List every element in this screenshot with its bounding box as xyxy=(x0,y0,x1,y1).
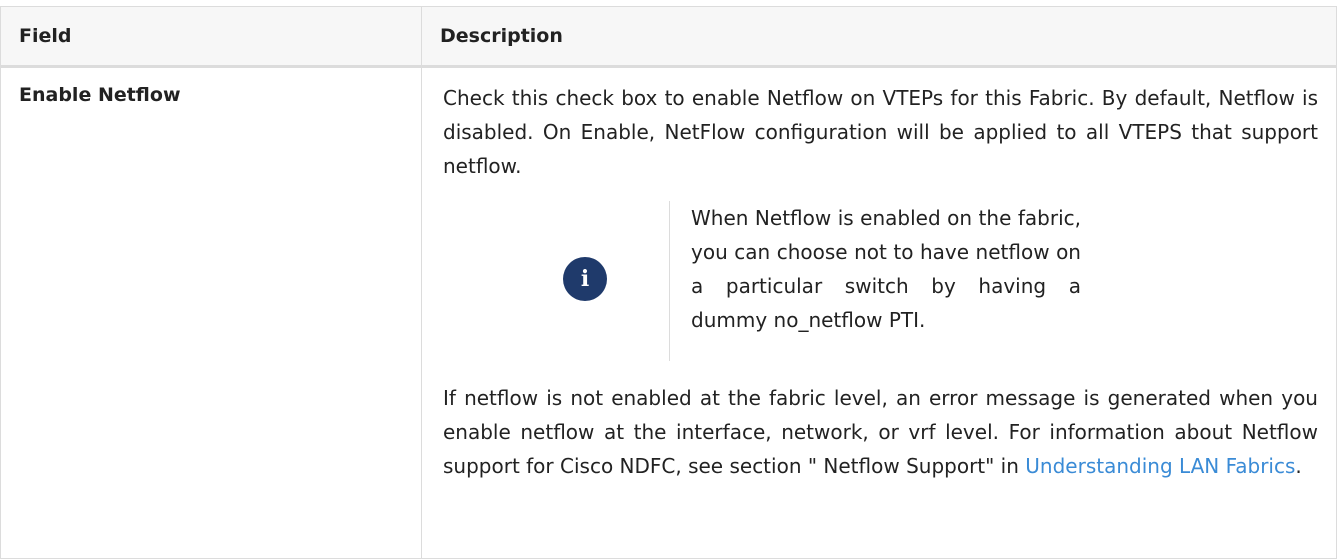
note-divider xyxy=(669,201,670,361)
note-text: When Netflow is enabled on the fabric, y… xyxy=(691,206,1081,332)
field-description-table: Field Description Enable Netflow Check t… xyxy=(0,6,1337,559)
info-icon: i xyxy=(563,257,607,301)
description-paragraph-2: If netflow is not enabled at the fabric … xyxy=(443,381,1318,483)
header-field: Field xyxy=(0,6,422,68)
table-header-row: Field Description xyxy=(0,6,1337,68)
paragraph-end: . xyxy=(1295,454,1302,478)
note-block: i When Netflow is enabled on the fabric,… xyxy=(443,201,1318,361)
understanding-lan-fabrics-link[interactable]: Understanding LAN Fabrics xyxy=(1025,454,1295,478)
header-description: Description xyxy=(421,6,1337,68)
description-cell: Check this check box to enable Netflow o… xyxy=(421,66,1337,559)
field-name-cell: Enable Netflow xyxy=(0,66,422,559)
table-row: Enable Netflow Check this check box to e… xyxy=(0,66,1337,559)
description-paragraph: Check this check box to enable Netflow o… xyxy=(443,86,1318,178)
note-icon-container: i xyxy=(443,201,661,361)
